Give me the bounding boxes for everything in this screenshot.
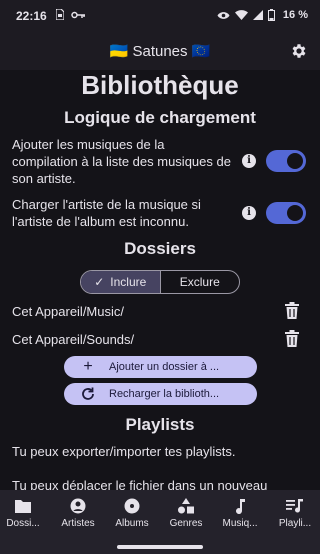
battery-icon [267,9,275,21]
playlists-export-text: Tu peux exporter/importer tes playlists. [12,444,236,459]
app-title: 🇺🇦 Satunes 🇪🇺 [109,43,211,60]
category-icon [178,498,194,514]
delete-icon[interactable] [284,302,300,320]
folder-path: Cet Appareil/Sounds/ [12,332,135,347]
nav-item-albums[interactable]: Albums [105,498,159,529]
option-label: Charger l'artiste de la musique si l'art… [12,197,201,229]
nav-item-musics[interactable]: Musiq... [213,498,267,529]
section-title-playlists: Playlists [125,415,195,434]
section-title-loading: Logique de chargement [64,108,256,127]
nav-item-playlists[interactable]: Playli... [268,498,320,529]
key-icon [71,11,85,18]
app-bar: 🇺🇦 Satunes 🇪🇺 [0,32,320,70]
wifi-icon [234,10,248,20]
folder-path: Cet Appareil/Music/ [12,304,124,319]
option-compilation-to-artist: Ajouter les musiques de la compilation à… [12,136,312,188]
playlists-move-text: Tu peux déplacer le fichier dans un nouv… [12,478,268,490]
segment-include[interactable]: ✓ Inclure [81,271,161,293]
status-time: 22:16 [16,9,47,23]
settings-content[interactable]: Bibliothèque Logique de chargement Ajout… [0,70,320,490]
delete-icon[interactable] [284,330,300,348]
sim-card-icon [56,9,64,20]
playlist-icon [286,499,303,513]
album-icon [124,498,140,514]
gesture-handle[interactable] [117,545,203,549]
plus-icon: + [83,358,93,375]
page-title: Bibliothèque [81,70,239,100]
option-load-track-artist: Charger l'artiste de la musique si l'art… [12,196,312,232]
folder-icon [15,500,31,513]
refresh-icon [82,387,94,400]
folder-row: Cet Appareil/Sounds/ [12,330,308,350]
segment-exclude[interactable]: Exclure [161,271,240,293]
check-icon: ✓ [94,275,105,289]
add-folder-button[interactable]: + Ajouter un dossier à ... [64,356,257,378]
info-icon[interactable]: i [242,154,256,168]
account-icon [70,498,86,514]
gear-icon[interactable] [290,42,308,60]
music-note-icon [236,499,245,514]
reload-library-button[interactable]: Recharger la biblioth... [64,383,257,405]
nav-item-folders[interactable]: Dossi... [0,498,50,529]
nav-item-artists[interactable]: Artistes [51,498,105,529]
toggle-switch[interactable] [266,202,306,224]
folder-row: Cet Appareil/Music/ [12,302,308,322]
section-title-folders: Dossiers [124,239,196,258]
toggle-switch[interactable] [266,150,306,172]
battery-percentage: 16 % [282,9,308,21]
nav-item-genres[interactable]: Genres [159,498,213,529]
status-bar: 22:16 16 % [0,0,320,32]
eye-icon [217,11,230,19]
info-icon[interactable]: i [242,206,256,220]
option-label: Ajouter les musiques de la compilation à… [12,137,231,186]
signal-icon [252,10,263,20]
include-exclude-segmented: ✓ Inclure Exclure [80,270,240,294]
